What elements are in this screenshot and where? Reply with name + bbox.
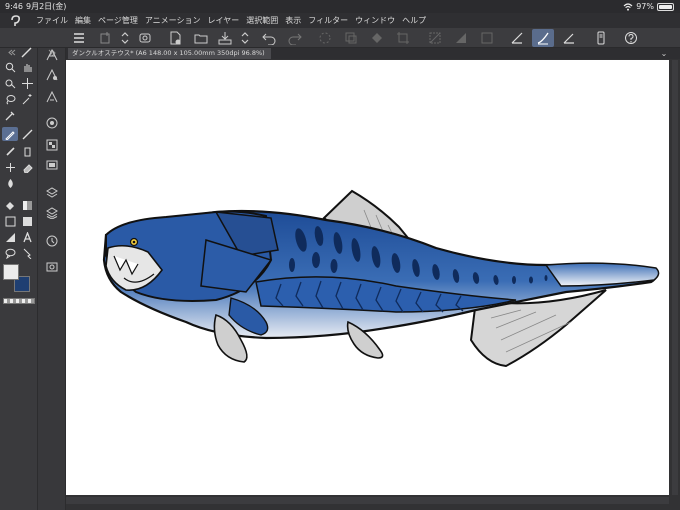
- brush-settings-icon[interactable]: [532, 29, 554, 47]
- ruler-tool-icon[interactable]: [2, 230, 18, 244]
- ruler-icon[interactable]: [506, 29, 528, 47]
- hand-icon[interactable]: [19, 60, 35, 74]
- battery-icon: [657, 2, 674, 11]
- blend-icon[interactable]: [2, 176, 18, 190]
- lasso-icon[interactable]: [2, 92, 18, 106]
- expand-icon[interactable]: [114, 29, 136, 47]
- command-bar: [0, 28, 680, 48]
- sub-tool-palette: [38, 48, 66, 510]
- gradient-icon[interactable]: [19, 198, 35, 212]
- status-bar: 9:46 9月2日(金) 97%: [0, 0, 680, 13]
- help-icon[interactable]: [620, 29, 642, 47]
- eyedropper-icon[interactable]: [2, 108, 18, 122]
- menu-help[interactable]: ヘルプ: [402, 15, 433, 26]
- layers-icon[interactable]: [44, 206, 60, 220]
- status-time: 9:46: [5, 2, 23, 11]
- selection-icon[interactable]: [424, 29, 446, 47]
- menu-page-management[interactable]: ページ管理: [98, 15, 145, 26]
- move-icon[interactable]: [19, 76, 35, 90]
- erase-icon[interactable]: [314, 29, 336, 47]
- main-color-swatch[interactable]: [3, 264, 19, 280]
- brush-icon[interactable]: [2, 144, 18, 158]
- menu-selection[interactable]: 選択範囲: [246, 15, 285, 26]
- pencil-subtool-icon[interactable]: [44, 68, 60, 82]
- dunkleosteus-illustration: [102, 189, 660, 368]
- pen-subtool-icon[interactable]: [44, 48, 60, 62]
- text-tool-icon[interactable]: [19, 230, 35, 244]
- vertical-scrollbar[interactable]: [672, 60, 678, 495]
- menu-file[interactable]: ファイル: [36, 15, 75, 26]
- collapse-left-icon[interactable]: [3, 45, 19, 59]
- wifi-icon: [623, 2, 633, 11]
- tool-palette: [0, 45, 38, 510]
- image-import-icon[interactable]: [44, 260, 60, 274]
- undo-icon[interactable]: [258, 29, 280, 47]
- pen-preview-icon[interactable]: [18, 45, 34, 59]
- new-file-icon[interactable]: [164, 29, 186, 47]
- crop-icon[interactable]: [392, 29, 414, 47]
- pencil-icon[interactable]: [19, 127, 35, 141]
- fill-icon[interactable]: [366, 29, 388, 47]
- material-icon[interactable]: [44, 138, 60, 152]
- navigator-icon[interactable]: [44, 158, 60, 172]
- menu-filter[interactable]: フィルター: [308, 15, 355, 26]
- status-date: 9月2日(金): [26, 2, 67, 11]
- history-icon[interactable]: [44, 234, 60, 248]
- chevron-down-icon[interactable]: ⌄: [658, 48, 670, 59]
- battery-percent: 97%: [636, 2, 654, 11]
- menu-bar: ファイル 編集 ページ管理 アニメーション レイヤー 選択範囲 表示 フィルター…: [0, 13, 680, 28]
- object-icon[interactable]: [2, 76, 18, 90]
- correct-line-icon[interactable]: [19, 246, 35, 260]
- menu-window[interactable]: ウィンドウ: [355, 15, 402, 26]
- menu-icon[interactable]: [68, 29, 90, 47]
- menu-view[interactable]: 表示: [285, 15, 308, 26]
- deselect-icon[interactable]: [476, 29, 498, 47]
- new-canvas-icon[interactable]: [94, 29, 116, 47]
- snap-icon[interactable]: [558, 29, 580, 47]
- menu-animation[interactable]: アニメーション: [145, 15, 208, 26]
- frame-border-icon[interactable]: [19, 214, 35, 228]
- fill-bucket-icon[interactable]: [2, 198, 18, 212]
- transparent-color-swatch[interactable]: [3, 298, 35, 304]
- invert-icon[interactable]: [450, 29, 472, 47]
- zoom-icon[interactable]: [2, 60, 18, 74]
- frame-icon[interactable]: [134, 29, 156, 47]
- menu-layer[interactable]: レイヤー: [208, 15, 247, 26]
- open-folder-icon[interactable]: [190, 29, 212, 47]
- magic-wand-icon[interactable]: [19, 92, 35, 106]
- decoration-icon[interactable]: [2, 160, 18, 174]
- pen-tool-icon[interactable]: [2, 127, 18, 141]
- clip-studio-logo-icon[interactable]: [0, 13, 30, 28]
- horizontal-scrollbar[interactable]: [66, 497, 669, 504]
- brush-subtool-icon[interactable]: [44, 90, 60, 104]
- status-right: 97%: [623, 0, 674, 13]
- layer-panel-icon[interactable]: [44, 116, 60, 130]
- up-down-icon[interactable]: [234, 29, 256, 47]
- figure-icon[interactable]: [2, 214, 18, 228]
- redo-icon[interactable]: [284, 29, 306, 47]
- menu-edit[interactable]: 編集: [75, 15, 98, 26]
- document-tab[interactable]: ダンクルオステウス* (A6 148.00 x 105.00mm 350dpi …: [68, 48, 271, 59]
- balloon-icon[interactable]: [2, 246, 18, 260]
- airbrush-icon[interactable]: [19, 144, 35, 158]
- layer-property-icon[interactable]: [44, 186, 60, 200]
- eraser-icon[interactable]: [19, 160, 35, 174]
- document-tab-bar: ダンクルオステウス* (A6 148.00 x 105.00mm 350dpi …: [66, 48, 680, 59]
- transform-icon[interactable]: [340, 29, 362, 47]
- device-icon[interactable]: [590, 29, 612, 47]
- save-icon[interactable]: [214, 29, 236, 47]
- clip-studio-window: 9:46 9月2日(金) 97% ファイル 編集 ページ管理 アニメーション レ…: [0, 0, 680, 510]
